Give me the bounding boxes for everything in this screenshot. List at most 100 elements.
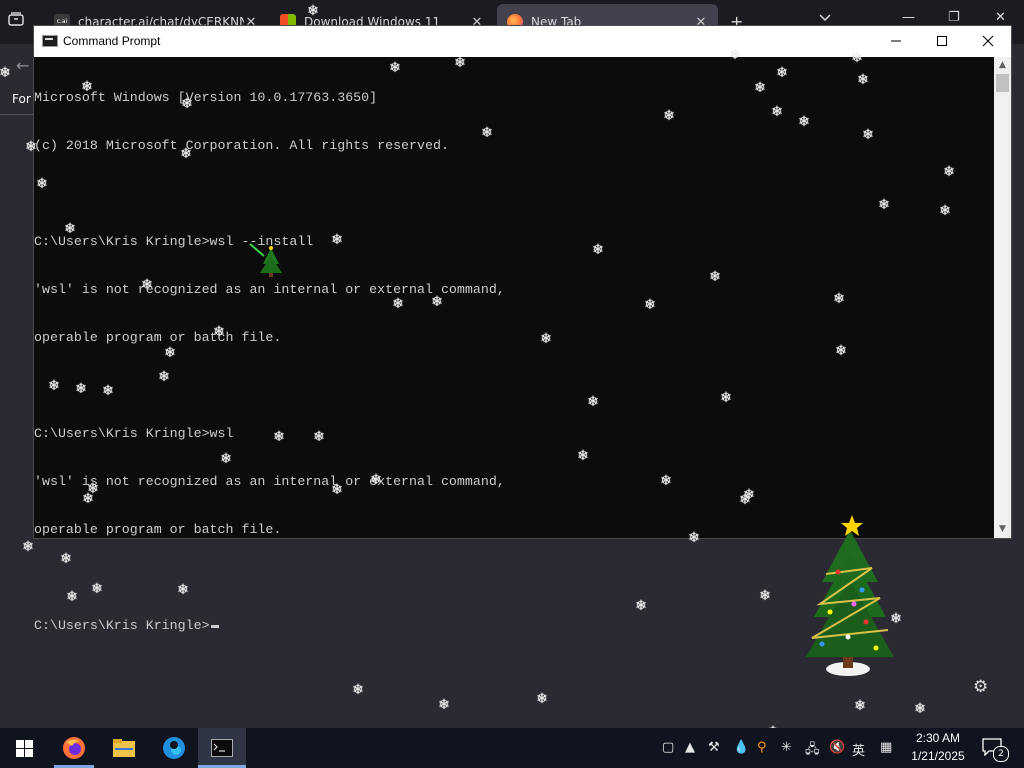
browser-restore-button[interactable]: ❐ xyxy=(948,10,960,25)
snowflake-icon: ❄ xyxy=(577,448,589,464)
clock-time[interactable]: 2:30 AM xyxy=(900,731,976,745)
tray-snowflake-icon[interactable]: ✳ xyxy=(781,740,792,755)
snowflake-icon: ❄ xyxy=(878,197,890,213)
tree-cursor-icon xyxy=(249,243,282,277)
snowflake-icon: ❄ xyxy=(352,682,364,698)
volume-muted-icon[interactable]: 🔇 xyxy=(829,740,845,755)
snowflake-icon: ❄ xyxy=(833,291,845,307)
cmd-icon xyxy=(211,739,233,757)
settings-gear-icon[interactable]: ⚙ xyxy=(973,677,988,697)
browser-close-button[interactable]: ✕ xyxy=(995,10,1006,25)
console-scrollbar[interactable]: ▲ ▼ xyxy=(994,57,1011,538)
back-arrow-icon[interactable]: ← xyxy=(16,56,29,75)
start-button[interactable] xyxy=(0,728,48,768)
taskbar-command-prompt[interactable] xyxy=(198,728,246,768)
divider xyxy=(0,114,34,115)
ime-indicator[interactable]: 英 xyxy=(852,740,865,759)
snowflake-icon: ❄ xyxy=(914,701,926,717)
snowflake-icon: ❄ xyxy=(431,294,443,310)
snowflake-icon: ❄ xyxy=(91,581,103,597)
snowflake-icon: ❄ xyxy=(180,146,192,162)
snowflake-icon: ❄ xyxy=(481,125,493,141)
windows-logo-icon xyxy=(15,739,33,757)
console-line: operable program or batch file. xyxy=(34,330,282,345)
snowflake-icon: ❄ xyxy=(392,296,404,312)
tab-list-button[interactable] xyxy=(818,11,832,25)
scroll-up-arrow-icon[interactable]: ▲ xyxy=(994,57,1011,74)
console-line: 'wsl' is not recognized as an internal o… xyxy=(34,282,505,297)
notification-count-badge: 2 xyxy=(993,746,1009,762)
taskbar: ▢ ▲ ⚒ 💧 ⚲ ✳ 🖧 🔇 英 ▦ xyxy=(0,728,1024,768)
snowflake-icon: ❄ xyxy=(851,50,863,66)
taskbar-edge[interactable] xyxy=(150,728,198,768)
snowflake-icon: ❄ xyxy=(220,451,232,467)
snowflake-icon: ❄ xyxy=(60,551,72,567)
task-view-icon[interactable]: ▢ xyxy=(662,740,674,755)
snowflake-icon: ❄ xyxy=(635,598,647,614)
cmd-app-icon xyxy=(42,35,58,47)
network-icon[interactable]: 🖧 xyxy=(805,740,820,762)
tray-app-icon[interactable]: ▲ xyxy=(685,740,695,755)
browser-partial-text: For xyxy=(12,92,31,106)
tab-manager-icon[interactable] xyxy=(8,12,30,30)
cmd-titlebar[interactable]: Command Prompt xyxy=(34,26,1011,57)
snowflake-icon: ❄ xyxy=(587,394,599,410)
snowflake-icon: ❄ xyxy=(331,232,343,248)
snowflake-icon: ❄ xyxy=(709,269,721,285)
snowflake-icon: ❄ xyxy=(720,390,732,406)
snowflake-icon: ❄ xyxy=(540,331,552,347)
snowflake-icon: ❄ xyxy=(370,472,382,488)
snowflake-icon: ❄ xyxy=(181,96,193,112)
console-line: C:\Users\Kris Kringle>wsl --install xyxy=(34,234,314,249)
taskbar-file-explorer[interactable] xyxy=(100,728,148,768)
snowflake-icon: ❄ xyxy=(331,482,343,498)
snowflake-icon: ❄ xyxy=(943,164,955,180)
snowflake-icon: ❄ xyxy=(592,242,604,258)
snowflake-icon: ❄ xyxy=(164,345,176,361)
snowflake-icon: ❄ xyxy=(835,343,847,359)
snowflake-icon: ❄ xyxy=(862,127,874,143)
tray-search-icon[interactable]: ⚲ xyxy=(757,740,767,755)
clock-date[interactable]: 1/21/2025 xyxy=(900,749,976,763)
snowflake-icon: ❄ xyxy=(729,47,741,63)
snowflake-icon: ❄ xyxy=(798,114,810,130)
snowflake-icon: ❄ xyxy=(771,104,783,120)
snowflake-icon: ❄ xyxy=(739,492,751,508)
snowflake-icon: ❄ xyxy=(158,369,170,385)
edge-icon xyxy=(163,737,185,759)
console-output[interactable]: Microsoft Windows [Version 10.0.17763.36… xyxy=(34,57,994,633)
text-cursor xyxy=(210,625,219,628)
snowflake-icon: ❄ xyxy=(75,381,87,397)
snowflake-icon: ❄ xyxy=(81,79,93,95)
taskbar-firefox[interactable] xyxy=(50,728,98,768)
snowflake-icon: ❄ xyxy=(776,65,788,81)
cmd-window-title: Command Prompt xyxy=(63,34,161,48)
snowflake-icon: ❄ xyxy=(854,698,866,714)
snowflake-icon: ❄ xyxy=(102,383,114,399)
snowflake-icon: ❄ xyxy=(22,539,34,555)
cmd-maximize-button[interactable] xyxy=(919,26,965,57)
console-line: Microsoft Windows [Version 10.0.17763.36… xyxy=(34,90,378,105)
snowflake-icon: ❄ xyxy=(213,324,225,340)
ime-mode-icon[interactable]: ▦ xyxy=(880,740,892,755)
snowflake-icon: ❄ xyxy=(313,429,325,445)
console-line: C:\Users\Kris Kringle>wsl xyxy=(34,426,234,441)
tray-droplet-icon[interactable]: 💧 xyxy=(733,740,749,755)
console-line: 'wsl' is not recognized as an internal o… xyxy=(34,474,505,489)
scroll-down-arrow-icon[interactable]: ▼ xyxy=(994,521,1011,538)
scrollbar-thumb[interactable] xyxy=(996,74,1009,92)
snowflake-icon: ❄ xyxy=(660,473,672,489)
browser-minimize-button[interactable]: — xyxy=(902,10,915,25)
cmd-close-button[interactable] xyxy=(965,26,1011,57)
snowflake-icon: ❄ xyxy=(688,530,700,546)
firefox-icon xyxy=(63,737,85,759)
console-line: (c) 2018 Microsoft Corporation. All righ… xyxy=(34,138,449,153)
folder-icon xyxy=(113,739,135,757)
tray-network-tool-icon[interactable]: ⚒ xyxy=(708,740,720,755)
cmd-minimize-button[interactable] xyxy=(873,26,919,57)
snowflake-icon: ❄ xyxy=(389,60,401,76)
snowflake-icon: ❄ xyxy=(454,55,466,71)
snowflake-icon: ❄ xyxy=(536,691,548,707)
snowflake-icon: ❄ xyxy=(273,429,285,445)
